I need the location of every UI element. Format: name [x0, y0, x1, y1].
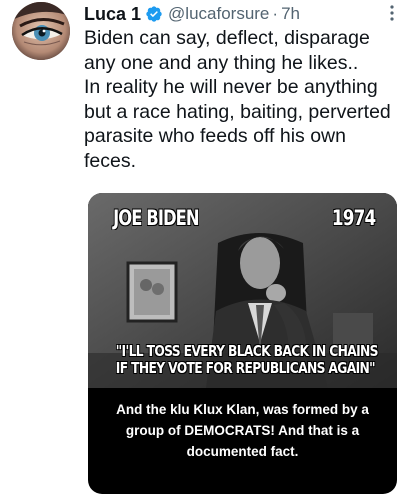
timestamp[interactable]: 7h — [281, 4, 300, 24]
year-label: 1974 — [331, 206, 375, 230]
media-caption: And the klu Klux Klan, was formed by a g… — [116, 402, 369, 459]
quote-line-1: "I'LL TOSS EVERY BLACK BACK IN CHAINS — [115, 342, 379, 360]
tweet-media[interactable]: JOE BIDEN 1974 "I'LL TOSS EVERY BLACK BA… — [88, 193, 397, 494]
display-name[interactable]: Luca 1 — [84, 4, 141, 25]
avatar[interactable] — [12, 2, 70, 60]
user-handle[interactable]: @lucaforsure — [168, 4, 269, 24]
tweet[interactable]: Luca 1 @lucaforsure · 7h Biden can say, … — [0, 0, 409, 500]
quote-line-2: IF THEY VOTE FOR REPUBLICANS AGAIN" — [115, 359, 376, 377]
verified-badge-icon — [145, 5, 163, 23]
tweet-header: Luca 1 @lucaforsure · 7h — [84, 2, 395, 26]
more-options-icon[interactable] — [389, 4, 395, 22]
tweet-text: Biden can say, deflect, disparage any on… — [84, 27, 391, 172]
name-label: JOE BIDEN — [113, 206, 200, 230]
separator-dot: · — [272, 4, 279, 23]
